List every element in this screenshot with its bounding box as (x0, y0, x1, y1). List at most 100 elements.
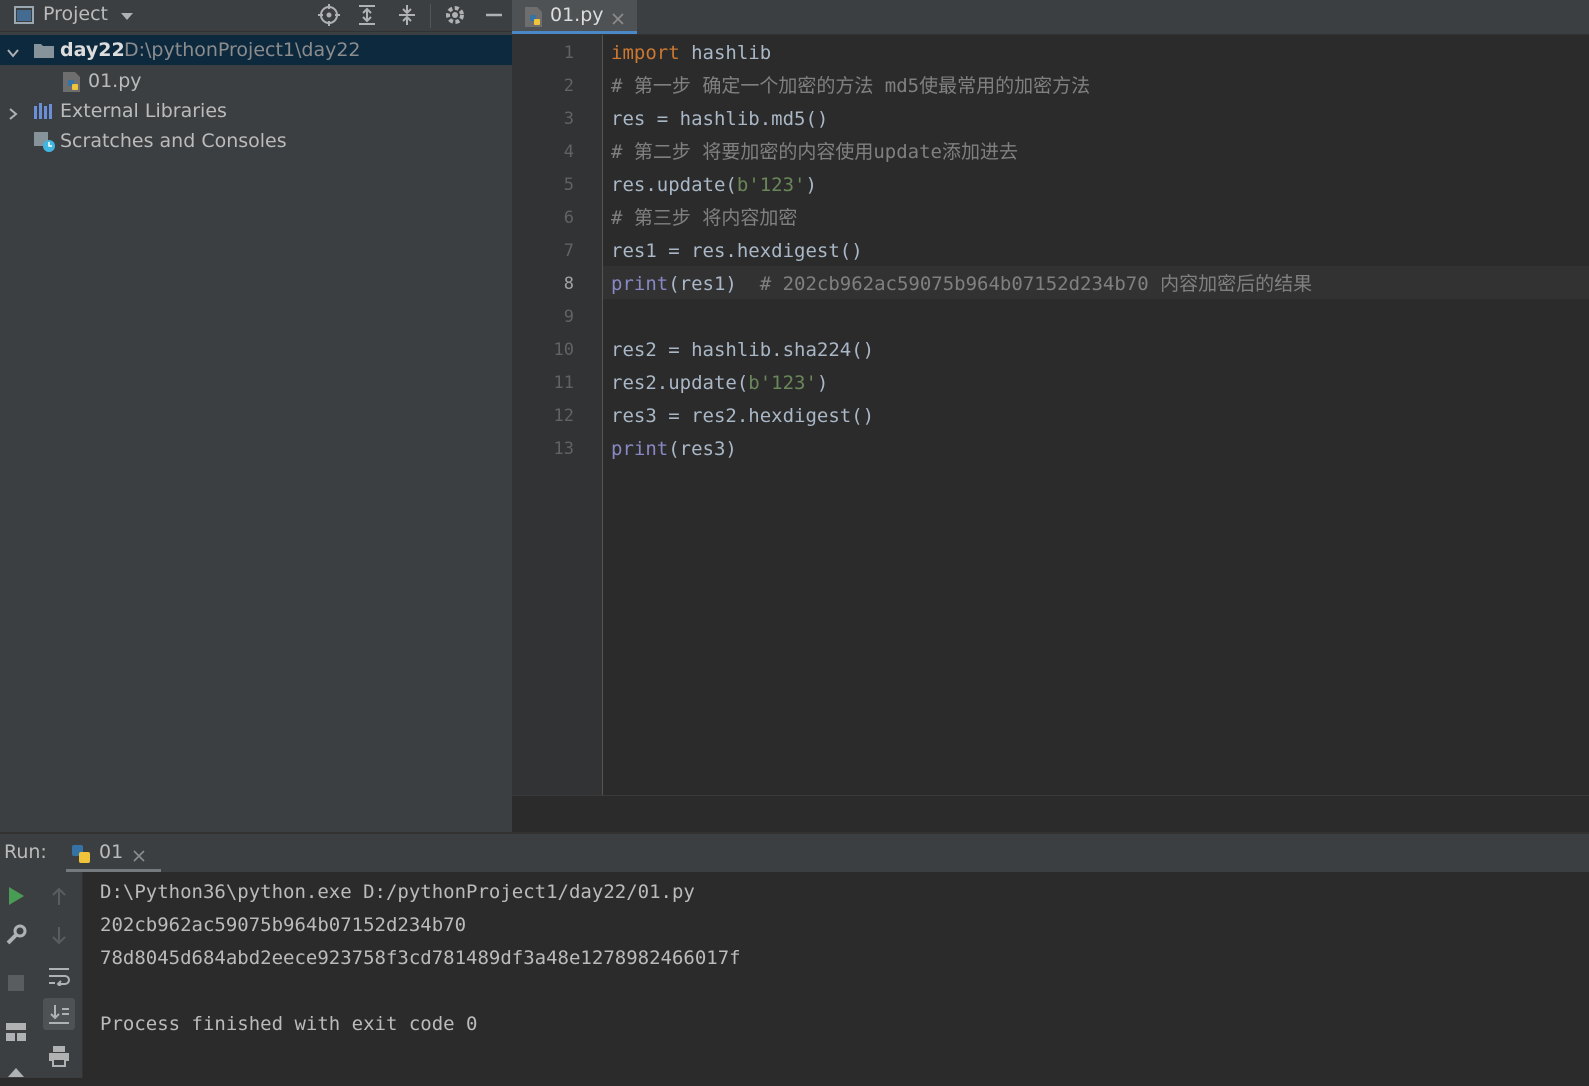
stop-icon[interactable] (2, 969, 30, 997)
code-line: print(res1) # 202cb962ac59075b964b07152d… (611, 268, 1312, 301)
chevron-right-icon[interactable] (6, 104, 20, 126)
console-line: 202cb962ac59075b964b07152d234b70 (100, 914, 467, 936)
locate-icon[interactable] (318, 4, 340, 26)
line-number: 13 (553, 439, 574, 459)
line-number: 11 (553, 373, 574, 393)
scratches-icon (33, 131, 57, 158)
soft-wrap-icon[interactable] (45, 962, 73, 990)
console-line: 78d8045d684abd2eece923758f3cd781489df3a4… (100, 947, 741, 969)
line-number: 6 (563, 208, 574, 228)
code-token: res2.update( (611, 372, 749, 394)
run-tab-label: 01 (99, 841, 124, 863)
code-editor[interactable]: import hashlib # 第一步 确定一个加密的方法 md5使最常用的加密… (603, 35, 1589, 795)
code-line: # 第三步 将内容加密 (611, 202, 797, 235)
code-token: b'123' (748, 372, 817, 394)
code-line: res2 = hashlib.sha224() (611, 334, 874, 367)
python-file-icon (524, 6, 544, 32)
layout-icon[interactable] (2, 1018, 30, 1046)
tree-item-label: day22 (60, 39, 125, 61)
python-icon (70, 843, 92, 869)
close-icon[interactable] (612, 10, 624, 29)
wrench-icon[interactable] (2, 921, 30, 949)
python-file-icon (62, 71, 82, 98)
run-console-output[interactable]: D:\Python36\python.exe D:/pythonProject1… (83, 872, 1589, 1078)
editor-tab-01py[interactable]: 01.py (512, 0, 637, 34)
line-number: 5 (563, 175, 574, 195)
tree-item-path: D:\pythonProject1\day22 (124, 39, 361, 61)
code-token: res = hashlib.md5() (611, 108, 829, 130)
code-token: # 第二步 将要加密的内容使用update添加进去 (611, 141, 1018, 163)
expand-all-icon[interactable] (356, 4, 378, 26)
chevron-down-icon[interactable] (6, 43, 20, 65)
hide-panel-icon[interactable] (483, 4, 505, 26)
line-number: 10 (553, 340, 574, 360)
code-line: res3 = res2.hexdigest() (611, 400, 874, 433)
run-tool-header: Run: 01 (0, 834, 1589, 873)
code-token: res1 = res.hexdigest() (611, 240, 863, 262)
code-token: ) (816, 372, 829, 394)
line-number-gutter: 1 2 3 4 5 6 7 8 9 10 11 12 13 (512, 35, 603, 795)
editor-footer (512, 795, 1589, 833)
chevron-down-icon[interactable] (120, 8, 134, 27)
code-token: hashlib (679, 42, 772, 64)
code-token: b'123' (736, 174, 806, 196)
line-number: 8 (563, 274, 574, 294)
line-number: 9 (563, 307, 574, 327)
console-line: Process finished with exit code 0 (100, 1013, 478, 1035)
code-line: res2.update(b'123') (611, 367, 828, 400)
active-tab-indicator (512, 31, 637, 34)
code-token: (res1) (668, 273, 760, 295)
project-toolbar: Project (0, 0, 512, 32)
pin-icon[interactable] (2, 1058, 30, 1086)
tree-item-label: External Libraries (60, 100, 227, 122)
tree-item-scratches[interactable]: Scratches and Consoles (0, 126, 512, 156)
toolbar-separator (430, 4, 431, 28)
code-token: # 第三步 将内容加密 (611, 207, 798, 229)
tree-item-01py[interactable]: 01.py (0, 66, 512, 96)
console-line: D:\Python36\python.exe D:/pythonProject1… (100, 881, 695, 903)
close-icon[interactable] (133, 847, 145, 866)
tree-item-label: 01.py (88, 70, 142, 92)
line-number: 3 (563, 109, 574, 129)
code-token: print (611, 438, 669, 460)
run-tab-01[interactable]: 01 (66, 834, 161, 872)
print-icon[interactable] (45, 1042, 73, 1070)
line-number: 7 (563, 241, 574, 261)
tree-item-label: Scratches and Consoles (60, 130, 287, 152)
code-line: res.update(b'123') (611, 169, 817, 202)
run-label: Run: (4, 841, 47, 863)
code-token: (res3) (668, 438, 737, 460)
line-number: 12 (553, 406, 574, 426)
code-line: # 第一步 确定一个加密的方法 md5使最常用的加密方法 (611, 70, 1090, 103)
editor-tab-label: 01.py (550, 4, 604, 26)
code-line: import hashlib (611, 37, 771, 70)
project-view-title[interactable]: Project (43, 3, 108, 25)
run-toolbar (0, 872, 83, 1078)
folder-icon (33, 41, 55, 64)
code-token: res.update( (611, 174, 737, 196)
code-token: import (611, 42, 680, 64)
library-icon (33, 102, 55, 125)
line-number: 1 (563, 43, 574, 63)
code-token: # 第一步 确定一个加密的方法 md5使最常用的加密方法 (611, 75, 1091, 97)
arrow-up-icon[interactable] (45, 882, 73, 910)
arrow-down-icon[interactable] (45, 922, 73, 950)
project-view-icon (14, 6, 34, 24)
code-token: ) (805, 174, 817, 196)
tree-item-day22[interactable]: day22 D:\pythonProject1\day22 (0, 35, 512, 65)
code-line: # 第二步 将要加密的内容使用update添加进去 (611, 136, 1018, 169)
tree-item-external-libraries[interactable]: External Libraries (0, 96, 512, 126)
line-number: 4 (563, 142, 574, 162)
line-number: 2 (563, 76, 574, 96)
gear-icon[interactable] (444, 4, 466, 26)
code-line: print(res3) (611, 433, 737, 466)
code-token: print (611, 273, 669, 295)
code-token: res2 = hashlib.sha224() (611, 339, 875, 361)
collapse-all-icon[interactable] (396, 4, 418, 26)
code-token: res3 = res2.hexdigest() (611, 405, 875, 427)
code-token: # 202cb962ac59075b964b07152d234b70 内容加密后… (759, 273, 1313, 295)
scroll-to-end-icon[interactable] (43, 998, 75, 1030)
editor-tab-bar: 01.py (512, 0, 1589, 35)
rerun-icon[interactable] (2, 882, 30, 910)
code-line: res = hashlib.md5() (611, 103, 828, 136)
